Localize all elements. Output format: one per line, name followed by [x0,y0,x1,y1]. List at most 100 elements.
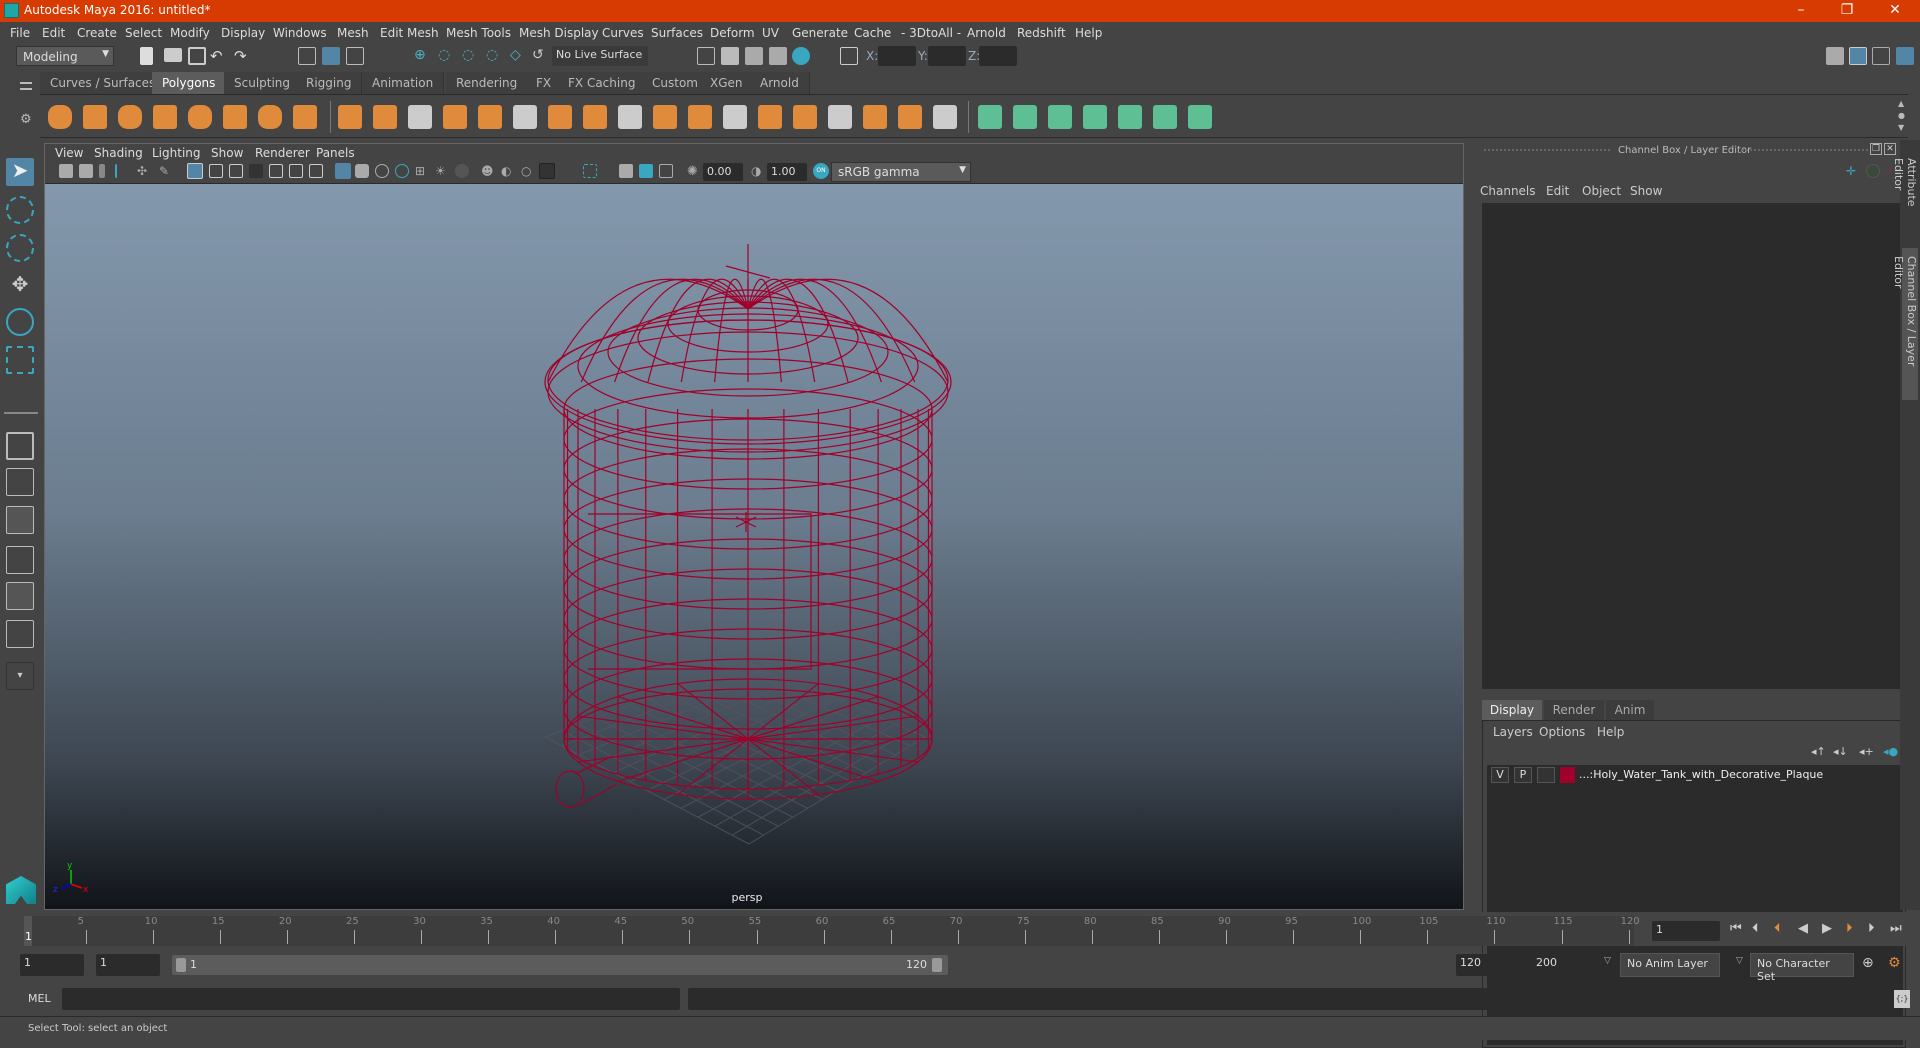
unfold-uv-icon[interactable] [1118,105,1142,129]
step-forward-key-icon[interactable]: ⏵ [1868,921,1875,936]
layer-tab-display[interactable]: Display [1482,700,1542,720]
bool-icon[interactable] [723,105,747,129]
play-forwards-icon[interactable]: ▶ [1822,921,1832,936]
shelf-tab-custom[interactable]: Custom [642,72,709,94]
options-menu[interactable]: Options [1539,725,1585,739]
four-pane-layout-icon[interactable] [6,468,34,496]
bookmark-icon[interactable] [99,164,105,178]
cone-icon[interactable] [153,105,177,129]
shelf-tab-fx[interactable]: FX [526,72,563,94]
rotate-tool-icon[interactable] [6,308,34,336]
new-layer-icon[interactable]: ◂+ [1859,745,1874,758]
snap-grid-icon[interactable]: ⊕ [414,47,432,65]
uv-editor-icon[interactable] [1153,105,1177,129]
menu-3dtoall[interactable]: - 3DtoAll - [901,26,961,40]
shelf-tab-fx-caching[interactable]: FX Caching [558,72,647,94]
offset-loop-icon[interactable] [828,105,852,129]
play-backwards-icon[interactable]: ◀ [1798,921,1808,936]
use-all-lights-icon[interactable]: ☀ [435,164,453,182]
spherical-uv-icon[interactable] [1048,105,1072,129]
snap-curve-icon[interactable]: ◌ [438,47,456,65]
mode-dropdown[interactable]: Modeling ▼ [16,46,114,66]
menu-create[interactable]: Create [77,26,117,40]
current-frame-input[interactable]: 1 [1652,921,1720,941]
shelf-tab-polygons[interactable]: Polygons [152,72,227,94]
paint-select-tool-icon[interactable] [6,234,34,262]
restore-button[interactable]: ❐ [1824,0,1870,22]
playback-end-input[interactable]: 120 [1456,954,1520,976]
edge-loop-icon[interactable] [653,105,677,129]
shelf-tab-curves-surfaces[interactable]: Curves / Surfaces [40,72,167,94]
safe-title-icon[interactable] [309,164,323,178]
object-menu[interactable]: Object [1582,184,1621,198]
z-coordinate-input[interactable] [979,46,1017,66]
planar-uv-icon[interactable] [978,105,1002,129]
target-weld-icon[interactable] [618,105,642,129]
time-ruler[interactable]: 1 5 10 15 20 25 30 35 40 45 50 55 60 65 70 75 80 85 90 95 1… [24,916,1640,946]
sphere-icon[interactable] [48,105,72,129]
motion-blur-icon[interactable]: ◐ [501,164,519,182]
go-to-start-icon[interactable]: ⏮ [1730,921,1742,936]
menu-modify[interactable]: Modify [170,26,210,40]
channel-list[interactable] [1482,203,1906,689]
default-material-icon[interactable] [375,164,389,178]
screen-space-ao-icon[interactable]: ☻ [481,164,499,182]
float-panel-icon[interactable]: ❐ [1870,143,1882,155]
minimize-button[interactable]: – [1778,0,1824,22]
save-scene-icon[interactable] [188,47,206,65]
cylindrical-uv-icon[interactable] [1013,105,1037,129]
drag-handle[interactable] [1484,149,1610,151]
animation-preferences-icon[interactable]: ⚙ [1888,955,1901,971]
side-tab-channel-box[interactable]: Channel Box / Layer Editor [1892,248,1918,400]
wireframe-on-shaded-icon[interactable] [395,164,409,178]
step-forward-frame-icon[interactable]: ⏵ [1846,921,1853,936]
mirror-icon[interactable] [408,105,432,129]
auto-key-icon[interactable]: ⊕ [1862,955,1874,971]
resolution-gate-icon[interactable] [229,164,243,178]
select-tool-icon[interactable]: ➤ [6,158,34,186]
lasso-tool-icon[interactable] [6,196,34,224]
y-coordinate-input[interactable] [928,46,966,66]
step-back-key-icon[interactable]: ⏴ [1752,921,1759,936]
camera-attributes-icon[interactable] [79,164,93,178]
select-by-name-icon[interactable] [840,47,858,65]
shelf-tab-xgen[interactable]: XGen [700,72,754,94]
modeling-toolkit-icon[interactable] [1826,47,1844,65]
snap-point-icon[interactable]: ◌ [462,47,480,65]
shelf-tab-animation[interactable]: Animation [362,72,445,94]
character-set-dropdown[interactable]: No Character Set [1750,953,1854,983]
command-input[interactable] [62,988,680,1010]
xray-active-components-icon[interactable] [639,164,653,178]
auto-uv-icon[interactable] [1083,105,1107,129]
playback-start-input[interactable]: 1 [96,954,160,976]
uv-layout-icon[interactable] [1188,105,1212,129]
extrude-icon[interactable] [478,105,502,129]
new-scene-icon[interactable] [140,47,153,65]
undo-icon[interactable]: ↶ [210,47,228,65]
new-layer-from-selected-icon[interactable]: ◂● [1883,745,1898,758]
multi-cut-icon[interactable] [583,105,607,129]
select-object-icon[interactable] [322,47,340,65]
film-gate-icon[interactable] [209,164,223,178]
shadows-icon[interactable] [455,164,469,178]
viewport-menu-shading[interactable]: Shading [94,146,143,160]
smooth-icon[interactable] [443,105,467,129]
menu-arnold[interactable]: Arnold [967,26,1006,40]
side-tab-attribute-editor[interactable]: Attribute Editor [1892,150,1918,240]
close-button[interactable]: ✕ [1872,0,1918,22]
menu-deform[interactable]: Deform [710,26,755,40]
more-layouts-icon[interactable]: ▾ [6,662,34,690]
menu-mesh[interactable]: Mesh [337,26,369,40]
redo-icon[interactable]: ↷ [234,47,252,65]
select-hierarchy-icon[interactable] [298,47,316,65]
open-scene-icon[interactable] [164,48,182,62]
live-surface-field[interactable]: No Live Surface [552,46,648,66]
menu-help[interactable]: Help [1075,26,1102,40]
bridge-icon[interactable] [548,105,572,129]
channel-box-toggle-icon[interactable] [1849,47,1867,65]
menu-display[interactable]: Display [221,26,265,40]
scale-tool-icon[interactable] [6,346,34,374]
shelf-scroll[interactable]: ▲ ● ▼ [1898,98,1908,134]
snap-surface-icon[interactable]: ◇ [510,47,528,65]
2d-pan-zoom-icon[interactable]: ✣ [137,164,155,182]
